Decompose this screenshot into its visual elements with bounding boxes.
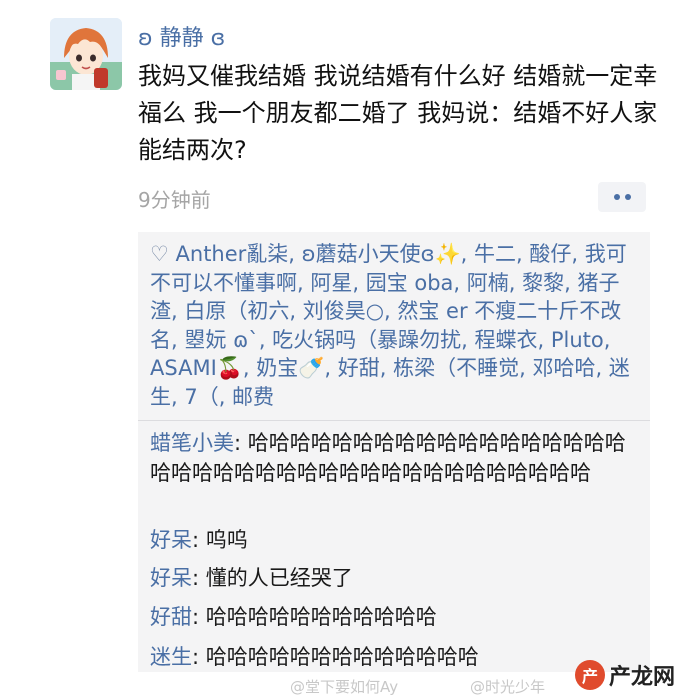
comment-item: 蜡笔小美: 哈哈哈哈哈哈哈哈哈哈哈哈哈哈哈哈哈哈哈哈哈哈哈哈哈哈哈哈哈哈哈哈哈哈… <box>150 428 646 488</box>
comment-item: 好甜: 哈哈哈哈哈哈哈哈哈哈哈 <box>150 602 646 632</box>
brand-watermark: 产 产龙网 <box>575 658 675 692</box>
more-dot-icon <box>624 194 631 200</box>
post-username[interactable]: ʚ 静静 ɞ <box>138 20 225 52</box>
comment-text: 懂的人已经哭了 <box>205 566 353 590</box>
watermark-weibo: @堂下要如何Ay <box>290 678 399 696</box>
more-options-button[interactable] <box>598 182 646 212</box>
comment-author[interactable]: 蜡笔小美 <box>150 431 234 455</box>
comment-item: 好呆: 懂的人已经哭了 <box>150 563 646 593</box>
comment-colon: : <box>192 645 206 669</box>
avatar[interactable] <box>50 18 122 90</box>
comment-item: 好呆: 呜呜 <box>150 525 646 555</box>
more-dot-icon <box>613 194 620 200</box>
comment-author[interactable]: 迷生 <box>150 645 192 669</box>
comment-item: 迷生: 哈哈哈哈哈哈哈哈哈哈哈哈哈 <box>150 642 646 672</box>
comment-text: 哈哈哈哈哈哈哈哈哈哈哈 <box>205 605 437 629</box>
brand-logo-icon: 产 <box>575 660 605 690</box>
heart-icon: ♡ <box>150 242 169 266</box>
comment-colon: : <box>192 528 206 552</box>
likes-names[interactable]: Anther亂柒, ʚ蘑菇小天使ɞ✨, 牛二, 酸仔, 我可不可以不懂事啊, 阿… <box>150 242 630 409</box>
post-text: 我妈又催我结婚 我说结婚有什么好 结婚就一定幸福么 我一个朋友都二婚了 我妈说：… <box>138 62 658 164</box>
likes-list: ♡ Anther亂柒, ʚ蘑菇小天使ɞ✨, 牛二, 酸仔, 我可不可以不懂事啊,… <box>150 240 646 412</box>
brand-name: 产龙网 <box>609 665 676 690</box>
divider <box>138 420 650 421</box>
avatar-illustration <box>50 18 122 90</box>
watermark-weibo: @时光少年 <box>470 678 546 696</box>
comment-author[interactable]: 好呆 <box>150 566 192 590</box>
comment-author[interactable]: 好甜 <box>150 605 192 629</box>
post-timestamp: 9分钟前 <box>138 188 211 212</box>
comment-author[interactable]: 好呆 <box>150 528 192 552</box>
comment-colon: : <box>234 431 248 455</box>
comment-colon: : <box>192 566 206 590</box>
comment-text: 哈哈哈哈哈哈哈哈哈哈哈哈哈 <box>205 645 479 669</box>
comment-colon: : <box>192 605 206 629</box>
comment-text: 呜呜 <box>205 528 248 552</box>
